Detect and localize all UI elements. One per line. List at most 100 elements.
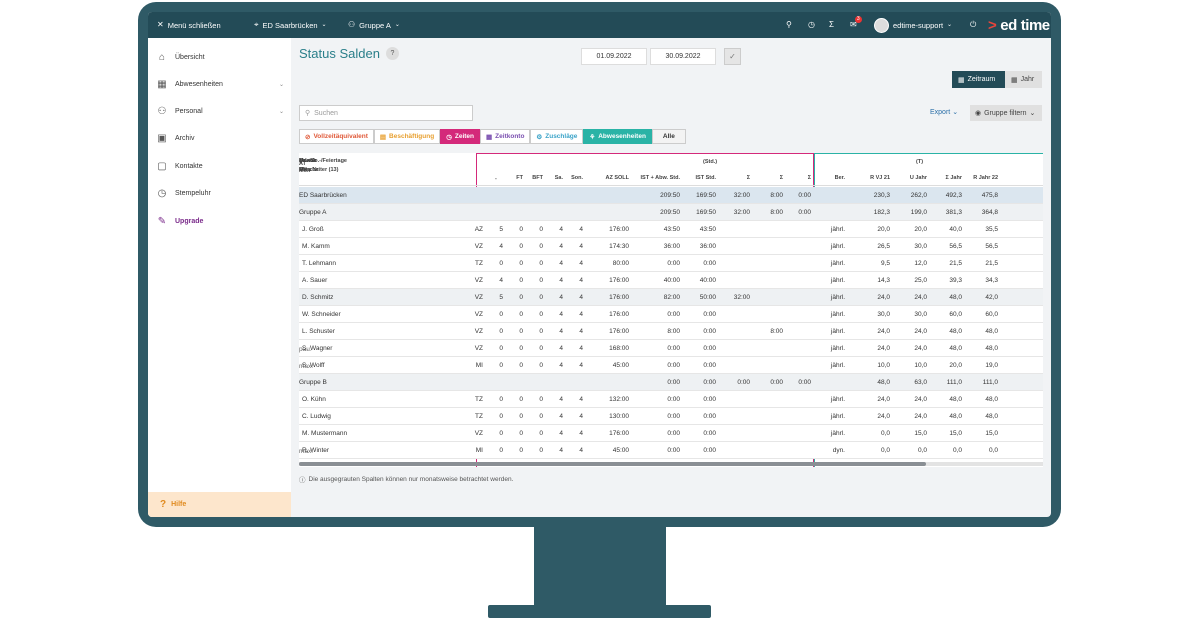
cell-at: 0: [499, 447, 503, 454]
mail-button[interactable]: ✉ 3: [850, 12, 862, 38]
cell-ist: 40:00: [699, 277, 716, 284]
cell-s1: 32:00: [733, 209, 750, 216]
clock-button[interactable]: ◷: [808, 12, 815, 38]
cell-name: A. Sauer: [302, 277, 328, 284]
cell-s3: 0:00: [798, 209, 811, 216]
cell-pn: VZ: [474, 243, 483, 250]
tab-abwesenheiten[interactable]: ⚘ Abwesenheiten: [583, 129, 652, 144]
sidebar-item-übersicht[interactable]: ⌂ Übersicht: [156, 48, 286, 66]
cell-ber: jährl.: [830, 294, 845, 301]
cell-rjahr: 364,8: [981, 209, 998, 216]
cell-ist: 0:00: [703, 345, 716, 352]
tab-beschäftigung[interactable]: ▤ Beschäftigung: [373, 129, 441, 144]
cell-sjahr: 48,0: [949, 328, 962, 335]
cell-ujahr: 24,0: [914, 328, 927, 335]
cell-rjahr: 48,0: [985, 413, 998, 420]
check-icon: ✓: [729, 52, 736, 61]
help-icon: ?: [160, 499, 167, 510]
cell-ist_abw: 40:00: [663, 277, 680, 284]
scrollbar-thumb[interactable]: [299, 462, 926, 466]
sum-button[interactable]: Σ: [829, 12, 834, 38]
cell-son: 4: [579, 447, 583, 454]
location-pin-icon: ⌖: [254, 20, 259, 29]
user-settings-button[interactable]: ⚲: [786, 12, 792, 38]
cell-son: 4: [579, 277, 583, 284]
sidebar-item-stempeluhr[interactable]: ◷ Stempeluhr: [156, 184, 286, 202]
group-selector[interactable]: ⚇ Gruppe A ⌄: [348, 12, 400, 38]
cell-name: ED Saarbrücken: [299, 192, 347, 199]
cell-ujahr: 24,0: [914, 396, 927, 403]
cell-son: Son.: [571, 175, 583, 181]
tab-zeiten[interactable]: ◷ Zeiten: [440, 129, 481, 144]
cell-s1: 32:00: [733, 192, 750, 199]
help-question-icon[interactable]: ?: [385, 47, 399, 60]
apply-date-button[interactable]: ✓: [724, 48, 741, 65]
tab-zuschläge[interactable]: ⚙ Zuschläge: [530, 129, 584, 144]
sidebar-item-archiv[interactable]: ▣ Archiv: [156, 129, 286, 147]
sidebar-item-upgrade[interactable]: ✎ Upgrade: [156, 212, 286, 230]
date-from-input[interactable]: 01.09.2022: [581, 48, 647, 65]
group-filter-button[interactable]: ◉ Gruppe filtern ⌄: [970, 105, 1042, 121]
avatar: [874, 17, 889, 33]
cell-ujahr: 24,0: [914, 413, 927, 420]
cell-name: M. Mustermann: [302, 430, 348, 437]
calendar-icon: ▦: [1011, 76, 1018, 84]
tab-alle[interactable]: Alle: [651, 129, 686, 144]
cell-dash: -: [495, 176, 497, 182]
cell-ft: 0: [519, 328, 523, 335]
cell-sa: 4: [559, 430, 563, 437]
edtime-logo: > ed time: [988, 16, 1050, 34]
sidebar-item-kontakte[interactable]: ▢ Kontakte: [156, 157, 286, 175]
cell-son: 4: [579, 430, 583, 437]
wand-icon: ✎: [157, 215, 167, 227]
tab-icon: ◷: [446, 133, 452, 141]
cell-ft: 0: [519, 277, 523, 284]
cell-rjahr: R Jahr 22: [973, 175, 998, 181]
user-menu[interactable]: edtime-support ⌄: [874, 12, 952, 38]
cell-rjahr: 60,0: [985, 311, 998, 318]
cell-ft: 0: [519, 413, 523, 420]
power-icon: ⏻: [970, 20, 977, 29]
cell-ist_abw: 8:00: [667, 328, 680, 335]
help-button[interactable]: ? Hilfe: [148, 492, 291, 517]
cell-bft: 0: [539, 328, 543, 335]
menu-close-button[interactable]: ✕ Menü schließen: [157, 12, 221, 38]
calendar-icon: ▦: [958, 76, 965, 84]
sidebar-item-abwesenheiten[interactable]: ▦ Abwesenheiten ⌄: [156, 75, 286, 93]
cell-std: (Std.): [703, 159, 718, 165]
cell-pn: MI: [475, 447, 483, 454]
sidebar-item-personal[interactable]: ⚇ Personal ⌄: [156, 102, 286, 120]
cell-ft: 0: [519, 447, 523, 454]
location-selector[interactable]: ⌖ ED Saarbrücken ⌄: [254, 12, 327, 38]
date-to-input[interactable]: 30.09.2022: [650, 48, 716, 65]
horizontal-scrollbar[interactable]: [299, 462, 1043, 466]
people-icon: ⚇: [157, 105, 167, 117]
search-input[interactable]: ⚲ Suchen: [299, 105, 473, 121]
tab-vollzeitäquivalent[interactable]: ⊘ Vollzeitäquivalent: [299, 129, 374, 144]
cell-ist: 0:00: [703, 413, 716, 420]
cell-ist: 169:50: [696, 209, 716, 216]
cell-sa: 4: [559, 311, 563, 318]
cell-rjahr: 19,0: [985, 362, 998, 369]
cell-rjahr: 48,0: [985, 328, 998, 335]
info-note: ⓘ Die ausgegrauten Spalten können nur mon…: [299, 475, 514, 485]
power-button[interactable]: ⏻: [970, 12, 976, 38]
cell-ber: jährl.: [830, 362, 845, 369]
toggle-period-button[interactable]: ▦ Zeitraum: [952, 71, 1005, 88]
toggle-year-button[interactable]: ▦ Jahr: [1005, 71, 1042, 88]
tab-zeitkonto[interactable]: ▦ Zeitkonto: [480, 129, 531, 144]
monitor-stand-base: [488, 605, 711, 618]
export-button[interactable]: Export ⌄: [930, 108, 958, 116]
cell-ujahr: 63,0: [914, 379, 927, 386]
cell-at: 4: [499, 243, 503, 250]
cell-ujahr: 20,0: [914, 226, 927, 233]
cell-rvj: 24,0: [877, 294, 890, 301]
sidebar: ⌂ Übersicht ▦ Abwesenheiten ⌄ ⚇ Personal ⌄ ▣ Arch…: [148, 38, 291, 517]
cell-az-prefix: max.: [299, 363, 314, 370]
chevron-down-icon: ⌄: [278, 81, 284, 88]
cell-son: 4: [579, 260, 583, 267]
cell-sjahr: 20,0: [949, 362, 962, 369]
cell-ist: 43:50: [699, 226, 716, 233]
cell-sa: 4: [559, 226, 563, 233]
cell-sa: 4: [559, 413, 563, 420]
